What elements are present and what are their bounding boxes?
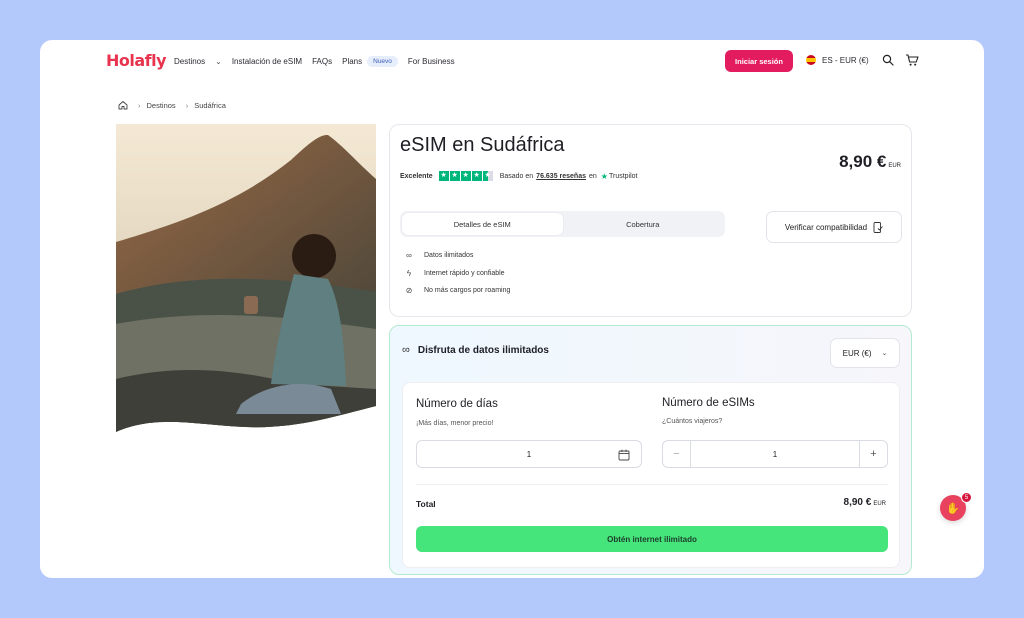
star-icon: ★ bbox=[471, 171, 482, 181]
search-icon[interactable] bbox=[882, 54, 894, 66]
days-title: Número de días bbox=[416, 398, 498, 410]
feature-text: No más cargos por roaming bbox=[424, 287, 511, 295]
purchase-card: ∞ Disfruta de datos ilimitados EUR (€) ⌄… bbox=[389, 325, 912, 575]
nav-plans-label: Plans bbox=[342, 57, 363, 66]
days-subtitle: ¡Más días, menor precio! bbox=[416, 420, 494, 427]
decrement-button[interactable]: − bbox=[663, 441, 691, 467]
increment-button[interactable]: + bbox=[859, 441, 887, 467]
cart-icon[interactable] bbox=[905, 53, 919, 67]
rating-label: Excelente bbox=[400, 172, 433, 180]
esims-stepper: − 1 + bbox=[662, 440, 888, 468]
purchase-heading-text: Disfruta de datos ilimitados bbox=[417, 344, 549, 356]
total-price-value: 8,90 € bbox=[843, 497, 872, 508]
calendar-icon[interactable] bbox=[618, 449, 630, 461]
home-icon[interactable] bbox=[118, 100, 128, 110]
star-icon: ★ bbox=[438, 171, 449, 181]
purchase-heading: ∞ Disfruta de datos ilimitados bbox=[402, 344, 549, 356]
price-value: 8,90 € bbox=[839, 152, 887, 171]
total-price: 8,90 € EUR bbox=[844, 497, 886, 508]
hero-image bbox=[116, 124, 376, 432]
breadcrumb: › Destinos › Sudáfrica bbox=[118, 100, 226, 110]
chat-hand-icon: ✋ bbox=[946, 502, 960, 515]
total-currency: EUR bbox=[873, 501, 886, 507]
spain-flag-icon bbox=[806, 55, 816, 65]
esims-subtitle: ¿Cuántos viajeros? bbox=[662, 418, 723, 425]
infinity-icon: ∞ bbox=[406, 251, 412, 261]
reviews-prefix: Basado en bbox=[499, 172, 534, 180]
feature-list: ∞ Datos ilimitados ϟ Internet rápido y c… bbox=[404, 247, 511, 300]
verify-compatibility-label: Verificar compatibilidad bbox=[784, 222, 868, 232]
trustpilot-label: Trustpilot bbox=[608, 172, 638, 180]
chat-notification-badge: 5 bbox=[961, 492, 972, 503]
currency-select-value: EUR (€) bbox=[842, 348, 872, 358]
esims-value[interactable]: 1 bbox=[691, 441, 859, 467]
nav-destinos-label: Destinos bbox=[174, 57, 206, 66]
feature-item: ∞ Datos ilimitados bbox=[404, 247, 510, 265]
nav-plans[interactable]: Plans Nuevo bbox=[342, 56, 398, 67]
chevron-down-icon: ⌄ bbox=[881, 350, 888, 357]
feature-item: ϟ Internet rápido y confiable bbox=[404, 265, 510, 283]
no-roaming-icon: ⊘ bbox=[405, 286, 413, 296]
product-title: eSIM en Sudáfrica bbox=[400, 134, 565, 156]
divider bbox=[416, 484, 888, 485]
breadcrumb-current: Sudáfrica bbox=[194, 100, 226, 110]
browser-window: Holafly Destinos ⌄ Instalación de eSIM F… bbox=[40, 40, 984, 578]
rating-stars: ★ ★ ★ ★ ★ bbox=[438, 171, 494, 181]
nav-for-business-label: For Business bbox=[407, 57, 455, 66]
half-star-icon: ★ bbox=[482, 171, 493, 181]
reviews-suffix: en bbox=[589, 172, 597, 180]
feature-text: Internet rápido y confiable bbox=[424, 269, 505, 277]
holafly-logo[interactable]: Holafly bbox=[106, 51, 167, 70]
star-icon: ★ bbox=[449, 171, 460, 181]
esims-title: Número de eSIMs bbox=[662, 397, 755, 409]
verify-compatibility-button[interactable]: Verificar compatibilidad bbox=[766, 211, 902, 243]
breadcrumb-separator-icon: › bbox=[138, 100, 141, 110]
nav-instalacion[interactable]: Instalación de eSIM bbox=[232, 57, 302, 66]
site-header: Holafly Destinos ⌄ Instalación de eSIM F… bbox=[40, 40, 984, 84]
buy-button[interactable]: Obtén internet ilimitado bbox=[416, 526, 888, 552]
breadcrumb-destinos[interactable]: Destinos bbox=[147, 101, 176, 110]
price-currency: EUR bbox=[888, 163, 901, 169]
nav-destinos[interactable]: Destinos ⌄ bbox=[174, 57, 222, 66]
trustpilot-star-icon: ★ bbox=[600, 171, 608, 181]
total-label: Total bbox=[416, 499, 436, 509]
nav-faqs-label: FAQs bbox=[312, 57, 333, 66]
days-value: 1 bbox=[526, 449, 532, 459]
lightning-icon: ϟ bbox=[406, 268, 412, 278]
tab-cobertura[interactable]: Cobertura bbox=[563, 213, 724, 235]
feature-text: Datos ilimitados bbox=[424, 252, 474, 260]
language-currency-selector[interactable]: ES - EUR (€) bbox=[806, 55, 869, 65]
breadcrumb-separator-icon: › bbox=[185, 100, 189, 110]
login-button[interactable]: Iniciar sesión bbox=[725, 50, 793, 72]
currency-select[interactable]: EUR (€) ⌄ bbox=[830, 338, 900, 368]
reviews-link[interactable]: 76.635 reseñas bbox=[536, 173, 586, 180]
tab-detalles-esim[interactable]: Detalles de eSIM bbox=[402, 213, 563, 235]
feature-item: ⊘ No más cargos por roaming bbox=[404, 282, 511, 300]
trustpilot-rating: Excelente ★ ★ ★ ★ ★ Basado en 76.635 res… bbox=[400, 171, 638, 181]
product-card: eSIM en Sudáfrica 8,90 € EUR Excelente ★ … bbox=[389, 124, 912, 317]
nav-instalacion-label: Instalación de eSIM bbox=[231, 57, 303, 66]
infinity-icon: ∞ bbox=[402, 344, 410, 356]
nav-faqs[interactable]: FAQs bbox=[312, 57, 332, 66]
purchase-form: Número de días ¡Más días, menor precio! … bbox=[402, 382, 900, 568]
product-tabs: Detalles de eSIM Cobertura bbox=[400, 211, 725, 237]
chevron-down-icon: ⌄ bbox=[215, 57, 222, 66]
days-input[interactable]: 1 bbox=[416, 440, 642, 468]
new-badge: Nuevo bbox=[367, 56, 398, 67]
main-nav: Destinos ⌄ Instalación de eSIM FAQs Plan… bbox=[174, 56, 465, 67]
language-currency-label: ES - EUR (€) bbox=[822, 55, 869, 65]
star-icon: ★ bbox=[460, 171, 471, 181]
product-price: 8,90 € EUR bbox=[839, 152, 901, 172]
nav-for-business[interactable]: For Business bbox=[408, 57, 455, 66]
phone-check-icon bbox=[873, 221, 883, 233]
